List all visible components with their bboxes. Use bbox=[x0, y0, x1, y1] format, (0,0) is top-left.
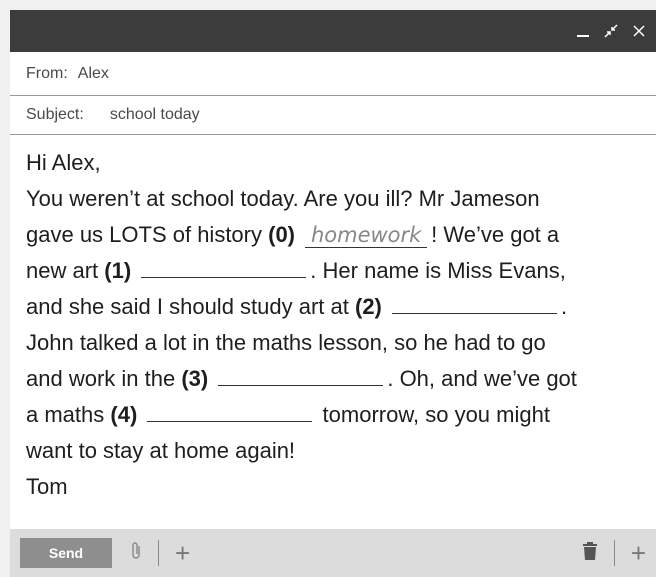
message-line: new art (1) . Her name is Miss Evans, bbox=[26, 253, 640, 289]
answer-blank-4[interactable] bbox=[147, 401, 313, 422]
message-line: John talked a lot in the maths lesson, s… bbox=[26, 330, 546, 355]
gap-number: (0) bbox=[268, 222, 296, 247]
answer-blank-3[interactable] bbox=[218, 365, 384, 386]
from-label: From: bbox=[26, 64, 68, 82]
text-segment: gave us LOTS of history bbox=[26, 222, 262, 247]
text-segment: . bbox=[561, 294, 568, 319]
message-line: a maths (4) tomorrow, so you might bbox=[26, 397, 640, 433]
signoff: Tom bbox=[26, 474, 68, 499]
trash-icon[interactable] bbox=[582, 541, 598, 565]
text-segment: . Oh, and we’ve got bbox=[387, 366, 577, 391]
gap-number: (3) bbox=[181, 366, 209, 391]
title-bar bbox=[10, 10, 656, 52]
from-row: From: Alex bbox=[10, 52, 656, 96]
subject-row: Subject: school today bbox=[10, 96, 656, 135]
text-segment: and work in the bbox=[26, 366, 176, 391]
subject-value[interactable]: school today bbox=[110, 106, 200, 124]
gap-number: (1) bbox=[104, 258, 132, 283]
plus-icon[interactable]: + bbox=[631, 540, 646, 566]
close-icon[interactable] bbox=[632, 24, 646, 38]
subject-label: Subject: bbox=[26, 106, 84, 123]
message-line: and work in the (3) . Oh, and we’ve got bbox=[26, 361, 640, 397]
text-segment: a maths bbox=[26, 402, 105, 427]
toolbar-divider bbox=[158, 540, 159, 566]
message-body[interactable]: Hi Alex, You weren’t at school today. Ar… bbox=[10, 135, 656, 505]
gap-number: (4) bbox=[110, 402, 138, 427]
text-segment: and she said I should study art at bbox=[26, 294, 349, 319]
email-compose-window: From: Alex Subject: school today Hi Alex… bbox=[10, 10, 656, 577]
text-segment: ! We’ve got a bbox=[431, 222, 560, 247]
toolbar-divider bbox=[613, 540, 615, 566]
send-button[interactable]: Send bbox=[20, 538, 112, 568]
minimize-icon[interactable] bbox=[576, 24, 590, 38]
text-segment: . Her name is Miss Evans, bbox=[310, 258, 566, 283]
answer-blank-2[interactable] bbox=[392, 293, 558, 314]
message-line: want to stay at home again! bbox=[26, 438, 296, 463]
window-controls bbox=[576, 10, 646, 52]
text-segment: new art bbox=[26, 258, 99, 283]
compose-toolbar: Send + + bbox=[10, 529, 656, 577]
from-value[interactable]: Alex bbox=[78, 65, 109, 83]
example-answer: homework bbox=[305, 223, 428, 248]
text-segment: tomorrow, so you might bbox=[322, 402, 550, 427]
message-line: gave us LOTS of history (0) homework! We… bbox=[26, 217, 640, 253]
paperclip-icon[interactable] bbox=[130, 541, 142, 565]
greeting: Hi Alex, bbox=[26, 150, 101, 175]
answer-blank-1[interactable] bbox=[141, 257, 307, 278]
gap-number: (2) bbox=[355, 294, 382, 319]
plus-icon[interactable]: + bbox=[175, 540, 190, 566]
message-line: You weren’t at school today. Are you ill… bbox=[26, 186, 540, 211]
message-line: and she said I should study art at (2) . bbox=[26, 289, 640, 325]
shrink-icon[interactable] bbox=[604, 24, 618, 38]
